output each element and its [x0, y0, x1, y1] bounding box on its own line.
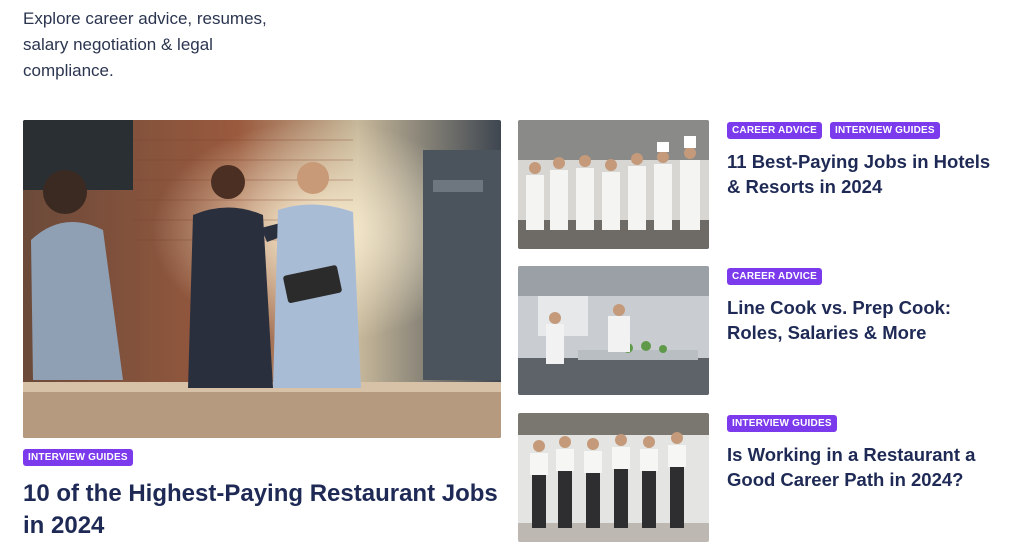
- card-1-tag-interview-guides[interactable]: INTERVIEW GUIDES: [830, 122, 940, 139]
- card-3-image[interactable]: [518, 413, 709, 542]
- card-1-image[interactable]: [518, 120, 709, 249]
- card-3-tags: INTERVIEW GUIDES: [727, 413, 845, 432]
- card-1-tags: CAREER ADVICE INTERVIEW GUIDES: [727, 120, 948, 139]
- card-3-tag-interview-guides[interactable]: INTERVIEW GUIDES: [727, 415, 837, 432]
- section-intro: Explore career advice, resumes, salary n…: [23, 9, 267, 80]
- hero-article-image[interactable]: [23, 120, 501, 438]
- card-3-title[interactable]: Is Working in a Restaurant a Good Career…: [727, 442, 1007, 492]
- card-1-title[interactable]: 11 Best-Paying Jobs in Hotels & Resorts …: [727, 149, 1007, 199]
- hero-photo: [23, 120, 501, 438]
- card-2-title[interactable]: Line Cook vs. Prep Cook: Roles, Salaries…: [727, 295, 1007, 345]
- card-2-tags: CAREER ADVICE: [727, 266, 830, 285]
- hero-tag-interview-guides[interactable]: INTERVIEW GUIDES: [23, 449, 133, 466]
- card-2-tag-career-advice[interactable]: CAREER ADVICE: [727, 268, 823, 285]
- hero-article-title[interactable]: 10 of the Highest-Paying Restaurant Jobs…: [23, 478, 503, 542]
- card-3-photo: [518, 413, 709, 542]
- card-2-photo: [518, 266, 709, 395]
- card-1-tag-career-advice[interactable]: CAREER ADVICE: [727, 122, 823, 139]
- card-2-image[interactable]: [518, 266, 709, 395]
- card-1-photo: [518, 120, 709, 249]
